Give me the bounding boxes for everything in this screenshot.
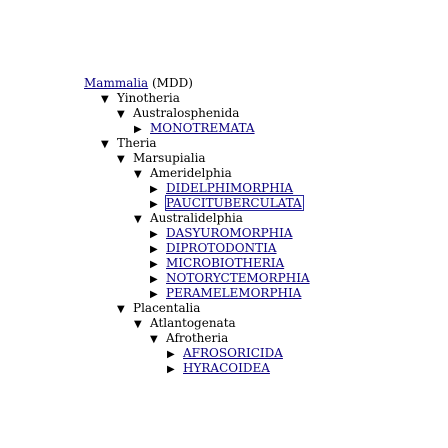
node-link[interactable]: AFROSORICIDA xyxy=(183,346,283,360)
tree-node-afrotheria[interactable]: ▼ Afrotheria xyxy=(150,331,228,346)
tree-node-hyracoidea[interactable]: ▶ HYRACOIDEA xyxy=(167,361,270,376)
node-link[interactable]: PERAMELEMORPHIA xyxy=(166,286,301,300)
expanded-triangle-icon[interactable]: ▼ xyxy=(150,332,162,347)
collapsed-triangle-icon[interactable]: ▶ xyxy=(150,257,162,272)
collapsed-triangle-icon[interactable]: ▶ xyxy=(150,182,162,197)
root-source-label: (MDD) xyxy=(148,76,193,90)
node-label: Atlantogenata xyxy=(150,316,236,330)
tree-node-microbiotheria[interactable]: ▶ MICROBIOTHERIA xyxy=(150,256,284,271)
collapsed-triangle-icon[interactable]: ▶ xyxy=(150,242,162,257)
tree-root: Mammalia (MDD) xyxy=(84,76,193,91)
tree-node-paucituberculata[interactable]: ▶ PAUCITUBERCULATA xyxy=(150,195,304,212)
collapsed-triangle-icon[interactable]: ▶ xyxy=(150,197,162,212)
node-label: Afrotheria xyxy=(166,331,229,345)
node-link[interactable]: HYRACOIDEA xyxy=(183,361,270,375)
collapsed-triangle-icon[interactable]: ▶ xyxy=(150,287,162,302)
tree-node-yinotheria[interactable]: ▼ Yinotheria xyxy=(101,91,180,106)
tree-node-monotremata[interactable]: ▶ MONOTREMATA xyxy=(134,121,255,136)
expanded-triangle-icon[interactable]: ▼ xyxy=(134,317,146,332)
expanded-triangle-icon[interactable]: ▼ xyxy=(134,167,146,182)
expanded-triangle-icon[interactable]: ▼ xyxy=(134,212,146,227)
node-link-focused[interactable]: PAUCITUBERCULATA xyxy=(165,195,304,211)
expanded-triangle-icon[interactable]: ▼ xyxy=(101,137,113,152)
node-label: Australosphenida xyxy=(133,106,240,120)
node-link[interactable]: NOTORYCTEMORPHIA xyxy=(166,271,310,285)
collapsed-triangle-icon[interactable]: ▶ xyxy=(167,347,179,362)
expanded-triangle-icon[interactable]: ▼ xyxy=(117,107,129,122)
node-label: Placentalia xyxy=(133,301,201,315)
node-link[interactable]: DIDELPHIMORPHIA xyxy=(166,181,293,195)
collapsed-triangle-icon[interactable]: ▶ xyxy=(150,227,162,242)
tree-node-dasyuromorphia[interactable]: ▶ DASYUROMORPHIA xyxy=(150,226,293,241)
tree-node-peramelemorphia[interactable]: ▶ PERAMELEMORPHIA xyxy=(150,286,301,301)
node-link[interactable]: DIPROTODONTIA xyxy=(166,241,277,255)
tree-node-theria[interactable]: ▼ Theria xyxy=(101,136,157,151)
tree-node-australidelphia[interactable]: ▼ Australidelphia xyxy=(134,211,243,226)
node-link[interactable]: DASYUROMORPHIA xyxy=(166,226,293,240)
collapsed-triangle-icon[interactable]: ▶ xyxy=(134,122,146,137)
collapsed-triangle-icon[interactable]: ▶ xyxy=(150,272,162,287)
node-label: Marsupialia xyxy=(133,151,206,165)
expanded-triangle-icon[interactable]: ▼ xyxy=(101,92,113,107)
tree-node-atlantogenata[interactable]: ▼ Atlantogenata xyxy=(134,316,236,331)
node-label: Ameridelphia xyxy=(150,166,232,180)
tree-node-australosphenida[interactable]: ▼ Australosphenida xyxy=(117,106,239,121)
taxonomy-tree: Mammalia (MDD) ▼ Yinotheria ▼ Australosphe… xyxy=(0,0,448,448)
tree-node-placentalia[interactable]: ▼ Placentalia xyxy=(117,301,200,316)
collapsed-triangle-icon[interactable]: ▶ xyxy=(167,362,179,377)
node-label: Yinotheria xyxy=(117,91,180,105)
tree-node-diprotodontia[interactable]: ▶ DIPROTODONTIA xyxy=(150,241,277,256)
node-link[interactable]: MONOTREMATA xyxy=(150,121,255,135)
root-link[interactable]: Mammalia xyxy=(84,76,148,90)
tree-node-didelphimorphia[interactable]: ▶ DIDELPHIMORPHIA xyxy=(150,181,293,196)
expanded-triangle-icon[interactable]: ▼ xyxy=(117,302,129,317)
tree-node-ameridelphia[interactable]: ▼ Ameridelphia xyxy=(134,166,232,181)
tree-node-afrosoricida[interactable]: ▶ AFROSORICIDA xyxy=(167,346,283,361)
node-link[interactable]: MICROBIOTHERIA xyxy=(166,256,284,270)
tree-node-marsupialia[interactable]: ▼ Marsupialia xyxy=(117,151,206,166)
node-label: Australidelphia xyxy=(150,211,243,225)
tree-node-notoryctemorphia[interactable]: ▶ NOTORYCTEMORPHIA xyxy=(150,271,310,286)
node-label: Theria xyxy=(117,136,157,150)
expanded-triangle-icon[interactable]: ▼ xyxy=(117,152,129,167)
